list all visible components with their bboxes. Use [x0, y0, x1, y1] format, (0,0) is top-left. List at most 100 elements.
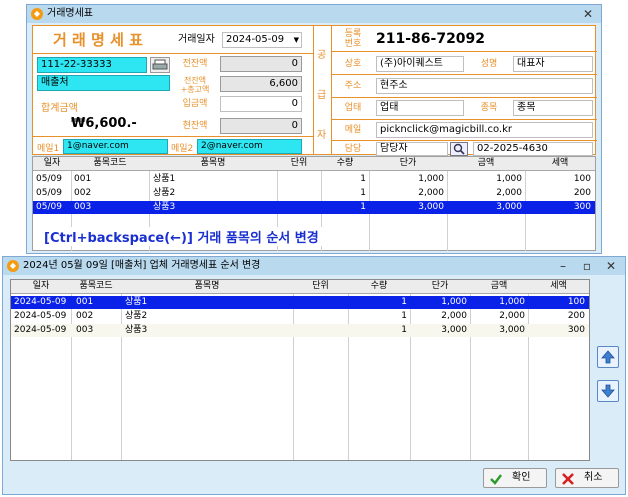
cell-name: 상품1: [153, 174, 176, 184]
grid-header: 일자 품목코드 품목명 단위 수량 단가 금액 세액: [11, 280, 589, 294]
cell-amount: 1,000: [496, 174, 522, 184]
mail-field[interactable]: picknclick@magicbill.co.kr: [376, 122, 593, 138]
grid-header: 일자 품목코드 품목명 단위 수량 단가 금액 세액: [33, 157, 595, 171]
arrow-up-icon: [601, 350, 615, 364]
trade-date-select[interactable]: 2024-05-09 ▼: [222, 32, 302, 48]
move-up-button[interactable]: [597, 346, 619, 368]
cell-price: 3,000: [418, 202, 444, 212]
cell-name: 상품3: [153, 202, 176, 212]
divider: [331, 97, 597, 98]
invoice-heading: 거 래 명 세 표: [53, 31, 143, 49]
biz-item-label: 종목: [480, 103, 498, 113]
reorder-dialog: ◆ 2024년 05월 09일 [매출처] 업체 거래명세표 순서 변경 – ▫…: [2, 256, 626, 495]
manager-search-button[interactable]: [450, 142, 468, 156]
divider: [33, 136, 313, 137]
col-header[interactable]: 일자: [33, 157, 71, 170]
cancel-button[interactable]: 취소: [555, 468, 619, 488]
annotation-text: [Ctrl+backspace(←)] 거래 품목의 순서 변경: [44, 227, 323, 246]
col-header[interactable]: 품목코드: [71, 157, 149, 170]
divider: [331, 26, 332, 154]
address-field[interactable]: 현주소: [376, 78, 593, 94]
invoice-window-titlebar[interactable]: ◆ 거래명세표 ✕: [27, 5, 601, 23]
cell-price: 1,000: [441, 297, 467, 307]
biz-type-field[interactable]: 업태: [376, 100, 464, 116]
cell-tax: 300: [567, 325, 585, 335]
company-field[interactable]: (주)아이퀘스트: [376, 56, 464, 72]
table-row-selected[interactable]: 05/09 003 상품3 1 3,000 3,000 300: [33, 201, 595, 214]
col-header[interactable]: 세액: [525, 157, 595, 170]
prev-balance-label: 전잔액: [182, 59, 208, 69]
close-icon[interactable]: ✕: [603, 257, 619, 275]
supplier-char: 급: [317, 90, 327, 101]
ok-label: 확인: [512, 472, 531, 483]
divider: [331, 51, 597, 52]
close-icon[interactable]: ✕: [580, 5, 596, 23]
manager-label: 담당: [344, 144, 362, 154]
deposit-field[interactable]: 0: [220, 96, 302, 112]
table-row[interactable]: 2024-05-09 002 상품2 1 2,000 2,000 200: [11, 310, 589, 323]
email2-field[interactable]: 2@naver.com: [197, 139, 302, 154]
divider: [313, 26, 314, 154]
cell-name: 상품2: [125, 311, 148, 321]
total-balance-field: 6,600: [220, 76, 302, 92]
email1-field[interactable]: 1@naver.com: [63, 139, 168, 154]
supplier-char: 자: [317, 130, 327, 141]
cell-date: 05/09: [36, 174, 62, 184]
move-down-button[interactable]: [597, 380, 619, 402]
cell-name: 상품1: [125, 297, 148, 307]
col-header[interactable]: 단가: [369, 157, 447, 170]
table-row-selected[interactable]: 2024-05-09 001 상품1 1 1,000 1,000 100: [11, 296, 589, 309]
cell-code: 003: [74, 202, 92, 212]
cell-qty: 1: [360, 188, 366, 198]
address-label: 주소: [344, 81, 362, 91]
chevron-down-icon: ▼: [293, 36, 299, 44]
ceo-field[interactable]: 대표자: [513, 56, 593, 72]
col-header[interactable]: 금액: [447, 157, 525, 170]
trade-date-label: 거래일자: [178, 34, 215, 45]
phone-field[interactable]: 02-2025-4630: [473, 142, 593, 156]
col-header[interactable]: 금액: [470, 280, 528, 293]
cell-date: 05/09: [36, 202, 62, 212]
cell-code: 001: [76, 297, 94, 307]
table-row[interactable]: 05/09 002 상품2 1 2,000 2,000 200: [33, 187, 595, 200]
col-header[interactable]: 단위: [277, 157, 321, 170]
ceo-label: 성명: [480, 59, 498, 69]
email1-label: 메일1: [37, 144, 60, 154]
col-header[interactable]: 품목코드: [71, 280, 121, 293]
current-balance-field: 0: [220, 118, 302, 134]
minimize-icon[interactable]: –: [555, 257, 571, 275]
ok-button[interactable]: 확인: [483, 468, 547, 488]
col-header[interactable]: 단가: [410, 280, 470, 293]
col-header[interactable]: 품목명: [121, 280, 293, 293]
dialog-titlebar[interactable]: ◆ 2024년 05월 09일 [매출처] 업체 거래명세표 순서 변경 – ▫…: [3, 257, 625, 275]
cell-qty: 1: [360, 202, 366, 212]
cell-date: 2024-05-09: [14, 325, 67, 335]
col-header[interactable]: 일자: [11, 280, 71, 293]
manager-field[interactable]: 담당자: [376, 142, 448, 156]
invoice-form: 거 래 명 세 표 거래일자 2024-05-09 ▼ 111-22-33333…: [32, 25, 597, 156]
cell-tax: 100: [573, 174, 591, 184]
table-row[interactable]: 05/09 001 상품1 1 1,000 1,000 100: [33, 173, 595, 186]
reg-no-label: 등록 번호: [344, 29, 362, 49]
biz-item-field[interactable]: 종목: [513, 100, 593, 116]
col-header[interactable]: 세액: [528, 280, 589, 293]
cell-price: 2,000: [418, 188, 444, 198]
cell-code: 002: [74, 188, 92, 198]
supplier-char: 공: [317, 50, 327, 61]
table-row[interactable]: 2024-05-09 003 상품3 1 3,000 3,000 300: [11, 324, 589, 337]
col-header[interactable]: 단위: [293, 280, 348, 293]
customer-name-field[interactable]: 매출처: [37, 75, 170, 91]
cell-qty: 1: [360, 174, 366, 184]
prev-balance-field: 0: [220, 56, 302, 72]
divider: [33, 53, 313, 54]
col-header[interactable]: 수량: [321, 157, 369, 170]
col-header[interactable]: 품목명: [149, 157, 277, 170]
email2-label: 메일2: [171, 144, 194, 154]
maximize-icon[interactable]: ▫: [579, 257, 595, 275]
customer-code-field[interactable]: 111-22-33333: [37, 57, 147, 73]
col-header[interactable]: 수량: [348, 280, 410, 293]
sum-value: ₩6,600.-: [71, 116, 137, 131]
cell-price: 3,000: [441, 325, 467, 335]
print-button[interactable]: [150, 57, 170, 73]
cell-price: 2,000: [441, 311, 467, 321]
